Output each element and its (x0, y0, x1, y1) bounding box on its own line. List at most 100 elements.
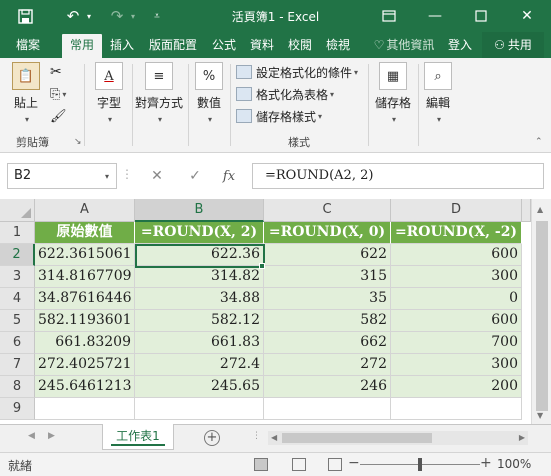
insert-function-icon[interactable]: fx (218, 165, 240, 187)
cell-a7[interactable]: 272.4025721 (35, 354, 135, 376)
column-header-a[interactable]: A (35, 199, 135, 222)
cell-a9[interactable] (35, 398, 135, 420)
cell-d6[interactable]: 700 (391, 332, 522, 354)
cell-d2[interactable]: 600 (391, 244, 522, 266)
cell-c2[interactable]: 622 (264, 244, 391, 266)
scroll-up-icon[interactable]: ▲ (537, 205, 543, 214)
cell-d9[interactable] (391, 398, 522, 420)
paste-button[interactable]: 📋 貼上 ▾ (8, 62, 44, 125)
row-header-2[interactable]: 2 (0, 244, 35, 266)
add-sheet-icon[interactable]: + (204, 430, 220, 446)
minimize-icon[interactable]: — (420, 4, 450, 28)
row-header-7[interactable]: 7 (0, 354, 35, 376)
header-cell-a1[interactable]: 原始數值 (35, 222, 135, 244)
cell-d5[interactable]: 600 (391, 310, 522, 332)
column-header-d[interactable]: D (391, 199, 522, 222)
prev-sheet-icon[interactable]: ◀ (28, 431, 35, 441)
conditional-formatting-button[interactable]: 設定格式化的條件 ▾ (236, 62, 358, 82)
cell-a8[interactable]: 245.6461213 (35, 376, 135, 398)
maximize-icon[interactable] (466, 4, 496, 28)
cell-b6[interactable]: 661.83 (135, 332, 264, 354)
cell-styles-button[interactable]: 儲存格樣式 ▾ (236, 106, 322, 126)
cell-c9[interactable] (264, 398, 391, 420)
row-header-8[interactable]: 8 (0, 376, 35, 398)
header-cell-c1[interactable]: =ROUND(X, 0) (264, 222, 391, 244)
cell-b3[interactable]: 314.82 (135, 266, 264, 288)
cell-d8[interactable]: 200 (391, 376, 522, 398)
cell-a2[interactable]: 622.3615061 (35, 244, 135, 266)
cell-c3[interactable]: 315 (264, 266, 391, 288)
clipboard-launcher-icon[interactable]: ↘ (74, 137, 82, 147)
save-icon[interactable] (14, 6, 36, 26)
cell-c5[interactable]: 582 (264, 310, 391, 332)
font-button[interactable]: A 字型 ▾ (90, 62, 128, 125)
redo-icon[interactable]: ↷ (106, 6, 128, 26)
cell-b7[interactable]: 272.4 (135, 354, 264, 376)
fill-handle[interactable] (259, 263, 265, 269)
cell-a6[interactable]: 661.83209 (35, 332, 135, 354)
cell-b4[interactable]: 34.88 (135, 288, 264, 310)
tell-me-search[interactable]: ♡ 其他資訊 (368, 32, 440, 58)
vertical-scrollbar[interactable]: ▲ ▼ (531, 199, 551, 424)
select-all-corner[interactable] (0, 199, 35, 222)
formula-input[interactable]: =ROUND(A2, 2) (252, 163, 544, 189)
redo-dropdown-icon[interactable]: ▾ (128, 6, 138, 26)
tab-page-layout[interactable]: 版面配置 (142, 32, 204, 58)
copy-button[interactable]: ⎘ ▾ (50, 84, 66, 104)
column-header-c[interactable]: C (264, 199, 391, 222)
tab-view[interactable]: 檢視 (320, 32, 356, 58)
cut-button[interactable]: ✂ (50, 62, 62, 82)
zoom-slider-thumb[interactable] (418, 458, 422, 471)
share-button[interactable]: ⚇ 共用 (482, 32, 544, 58)
scroll-right-icon[interactable]: ▶ (519, 433, 525, 442)
column-header-b[interactable]: B (135, 199, 264, 222)
format-painter-button[interactable]: 🖌 (50, 106, 67, 126)
chevron-down-icon[interactable]: ▾ (99, 163, 115, 189)
cell-a4[interactable]: 34.87616446 (35, 288, 135, 310)
cell-d7[interactable]: 300 (391, 354, 522, 376)
collapse-ribbon-icon[interactable]: ⌃ (535, 137, 543, 147)
tab-data[interactable]: 資料 (244, 32, 280, 58)
alignment-button[interactable]: ≡ 對齊方式 ▾ (134, 62, 184, 125)
format-as-table-button[interactable]: 格式化為表格 ▾ (236, 84, 334, 104)
cell-c8[interactable]: 246 (264, 376, 391, 398)
horizontal-scrollbar[interactable]: ◀ ▶ (268, 431, 528, 445)
tab-file[interactable]: 檔案 (4, 32, 52, 58)
sheet-tab[interactable]: 工作表1 (102, 424, 174, 450)
row-header-9[interactable]: 9 (0, 398, 35, 420)
scroll-left-icon[interactable]: ◀ (271, 433, 277, 442)
cell-b8[interactable]: 245.65 (135, 376, 264, 398)
cancel-icon[interactable]: ✕ (146, 165, 168, 187)
cell-b9[interactable] (135, 398, 264, 420)
sign-in-link[interactable]: 登入 (444, 32, 476, 58)
cell-a5[interactable]: 582.1193601 (35, 310, 135, 332)
row-header-3[interactable]: 3 (0, 266, 35, 288)
cell-a3[interactable]: 314.8167709 (35, 266, 135, 288)
cell-c4[interactable]: 35 (264, 288, 391, 310)
close-icon[interactable]: ✕ (512, 4, 542, 28)
cell-c6[interactable]: 662 (264, 332, 391, 354)
vertical-scroll-thumb[interactable] (536, 221, 548, 411)
cell-b2[interactable]: 622.36 (135, 244, 264, 266)
editing-button[interactable]: ⌕ 編輯 ▾ (420, 62, 456, 125)
row-header-6[interactable]: 6 (0, 332, 35, 354)
header-cell-b1[interactable]: =ROUND(X, 2) (135, 222, 264, 244)
horizontal-scroll-thumb[interactable] (282, 433, 432, 443)
zoom-in-icon[interactable]: + (480, 455, 492, 471)
row-header-4[interactable]: 4 (0, 288, 35, 310)
page-break-view-icon[interactable] (328, 458, 342, 471)
header-cell-d1[interactable]: =ROUND(X, -2) (391, 222, 522, 244)
undo-dropdown-icon[interactable]: ▾ (84, 6, 94, 26)
tab-home[interactable]: 常用 (62, 34, 102, 58)
number-format-button[interactable]: % 數值 ▾ (192, 62, 226, 125)
row-header-1[interactable]: 1 (0, 222, 35, 244)
page-layout-view-icon[interactable] (292, 458, 306, 471)
ribbon-display-options-icon[interactable] (374, 4, 404, 28)
tab-formulas[interactable]: 公式 (206, 32, 242, 58)
cell-c7[interactable]: 272 (264, 354, 391, 376)
customize-toolbar-icon[interactable]: ⩡ (150, 6, 164, 26)
zoom-level[interactable]: 100% (497, 457, 531, 471)
tab-review[interactable]: 校閱 (282, 32, 318, 58)
normal-view-icon[interactable] (254, 458, 268, 471)
cell-d4[interactable]: 0 (391, 288, 522, 310)
